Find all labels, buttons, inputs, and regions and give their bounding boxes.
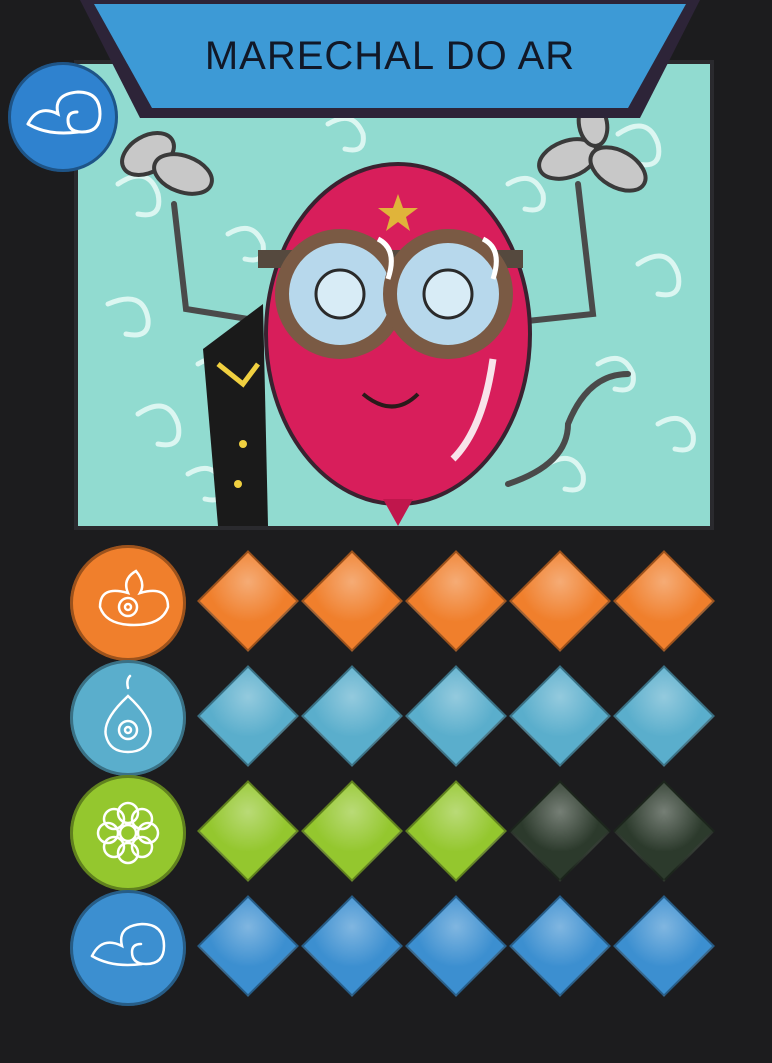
- air-swirl-icon: [26, 90, 102, 135]
- stat-pip-water-1: [197, 665, 299, 767]
- stat-pip-water-5: [613, 665, 715, 767]
- stat-pip-fire-5: [613, 550, 715, 652]
- card-title: MARECHAL DO AR: [204, 34, 576, 78]
- stat-pip-earth-2: [301, 780, 403, 882]
- stat-pip-earth-4: [509, 780, 611, 882]
- stat-badge-air: [70, 890, 186, 1006]
- stat-pip-air-1: [197, 895, 299, 997]
- stat-pip-water-2: [301, 665, 403, 767]
- stat-pip-fire-4: [509, 550, 611, 652]
- earth-flower-icon: [96, 801, 160, 865]
- stat-pip-air-4: [509, 895, 611, 997]
- stat-badge-earth: [70, 775, 186, 891]
- stat-pip-air-3: [405, 895, 507, 997]
- stat-pip-water-3: [405, 665, 507, 767]
- stat-pip-earth-5: [613, 780, 715, 882]
- stat-badge-fire: [70, 545, 186, 661]
- stat-badge-water: [70, 660, 186, 776]
- fire-flower-icon: [98, 569, 170, 627]
- stat-pip-earth-1: [197, 780, 299, 882]
- title-banner: MARECHAL DO AR: [80, 0, 700, 122]
- stat-pip-earth-3: [405, 780, 507, 882]
- stat-pip-fire-1: [197, 550, 299, 652]
- stat-pip-fire-2: [301, 550, 403, 652]
- stat-pip-air-2: [301, 895, 403, 997]
- stat-pip-air-5: [613, 895, 715, 997]
- stat-pip-fire-3: [405, 550, 507, 652]
- stat-pip-water-4: [509, 665, 611, 767]
- game-card: MARECHAL DO AR: [0, 0, 772, 1063]
- element-badge: [8, 62, 118, 172]
- water-drop-icon: [104, 674, 152, 754]
- character-portrait: [74, 60, 714, 530]
- air-swirl-icon: [90, 922, 166, 967]
